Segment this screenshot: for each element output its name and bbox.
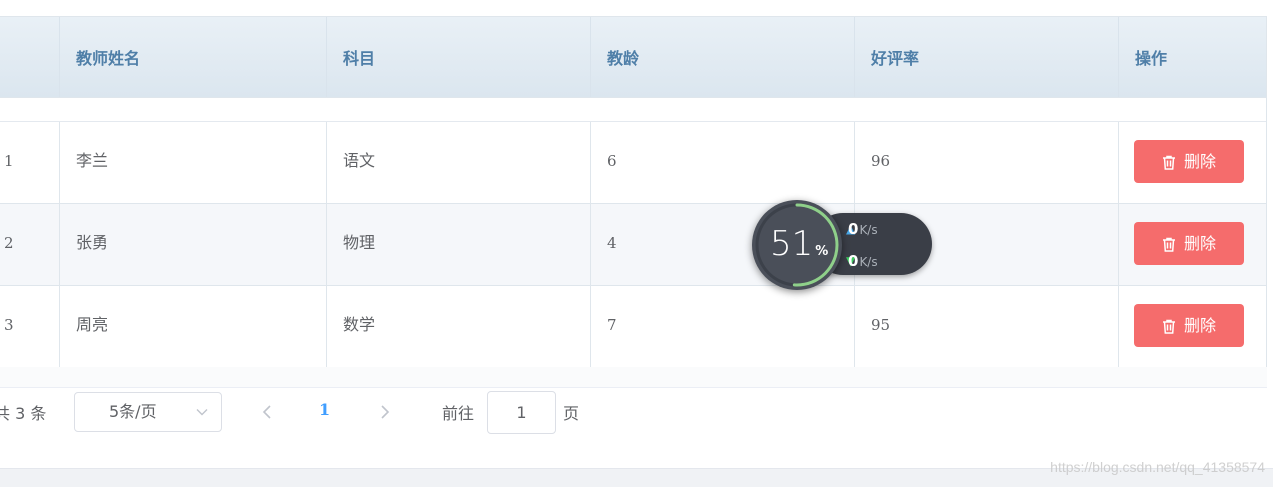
cell-years: 7 — [590, 286, 855, 367]
header-rating[interactable]: 好评率 — [854, 17, 1119, 97]
network-speed-widget[interactable]: 51% ▲ 0K/s ▼ 0K/s — [752, 200, 934, 292]
trash-icon — [1162, 319, 1175, 334]
table-header: 教师姓名 科目 教龄 好评率 操作 — [0, 17, 1266, 98]
goto-label: 前往 — [442, 404, 475, 423]
cell-subject: 语文 — [326, 122, 591, 203]
delete-button-label: 删除 — [1183, 152, 1216, 171]
chevron-down-icon — [196, 409, 208, 416]
page-size-select[interactable]: 5条/页 — [74, 392, 222, 432]
goto-suffix: 页 — [563, 404, 580, 423]
table-row: 2 张勇 物理 4 93 删除 — [0, 204, 1266, 286]
cell-teacher-name: 周亮 — [59, 286, 327, 367]
header-subject[interactable]: 科目 — [326, 17, 591, 97]
delete-button[interactable]: 删除 — [1134, 140, 1244, 183]
header-teacher-name[interactable]: 教师姓名 — [59, 17, 327, 97]
pagination-total: 共 3 条 — [0, 404, 47, 423]
cell-years: 6 — [590, 122, 855, 203]
header-years[interactable]: 教龄 — [590, 17, 855, 97]
teacher-table: 教师姓名 科目 教龄 好评率 操作 1 李兰 语文 6 96 删除 2 张勇 物… — [0, 16, 1267, 368]
cell-index: 2 — [4, 234, 14, 252]
goto-page-input[interactable]: 1 — [487, 391, 556, 434]
table-row: 1 李兰 语文 6 96 删除 — [0, 122, 1266, 204]
delete-button[interactable]: 删除 — [1134, 304, 1244, 347]
cell-index: 1 — [4, 152, 14, 170]
trash-icon — [1162, 155, 1175, 170]
delete-button-label: 删除 — [1183, 316, 1216, 335]
cell-teacher-name: 李兰 — [59, 122, 327, 203]
cell-rating: 96 — [854, 122, 1119, 203]
download-speed: 0K/s — [848, 252, 878, 270]
delete-button[interactable]: 删除 — [1134, 222, 1244, 265]
table-row: 3 周亮 数学 7 95 删除 — [0, 286, 1266, 368]
cell-index: 3 — [4, 316, 14, 334]
header-index — [0, 17, 60, 97]
chevron-left-icon[interactable] — [260, 404, 274, 420]
usage-percent: 51% — [770, 224, 829, 264]
cell-rating: 95 — [854, 286, 1119, 367]
cell-subject: 物理 — [326, 204, 591, 285]
pagination: 共 3 条 5条/页 1 前往 1 页 — [0, 390, 700, 436]
delete-button-label: 删除 — [1183, 234, 1216, 253]
upload-speed: 0K/s — [848, 220, 878, 238]
header-actions: 操作 — [1118, 17, 1267, 97]
page-size-value: 5条/页 — [109, 402, 157, 421]
chevron-right-icon[interactable] — [378, 404, 392, 420]
table-bottom-strip — [0, 367, 1267, 388]
cell-subject: 数学 — [326, 286, 591, 367]
watermark: https://blog.csdn.net/qq_41358574 — [1050, 459, 1265, 475]
table-spacer-row — [0, 98, 1266, 122]
page-number-current[interactable]: 1 — [319, 400, 330, 419]
cell-teacher-name: 张勇 — [59, 204, 327, 285]
trash-icon — [1162, 237, 1175, 252]
